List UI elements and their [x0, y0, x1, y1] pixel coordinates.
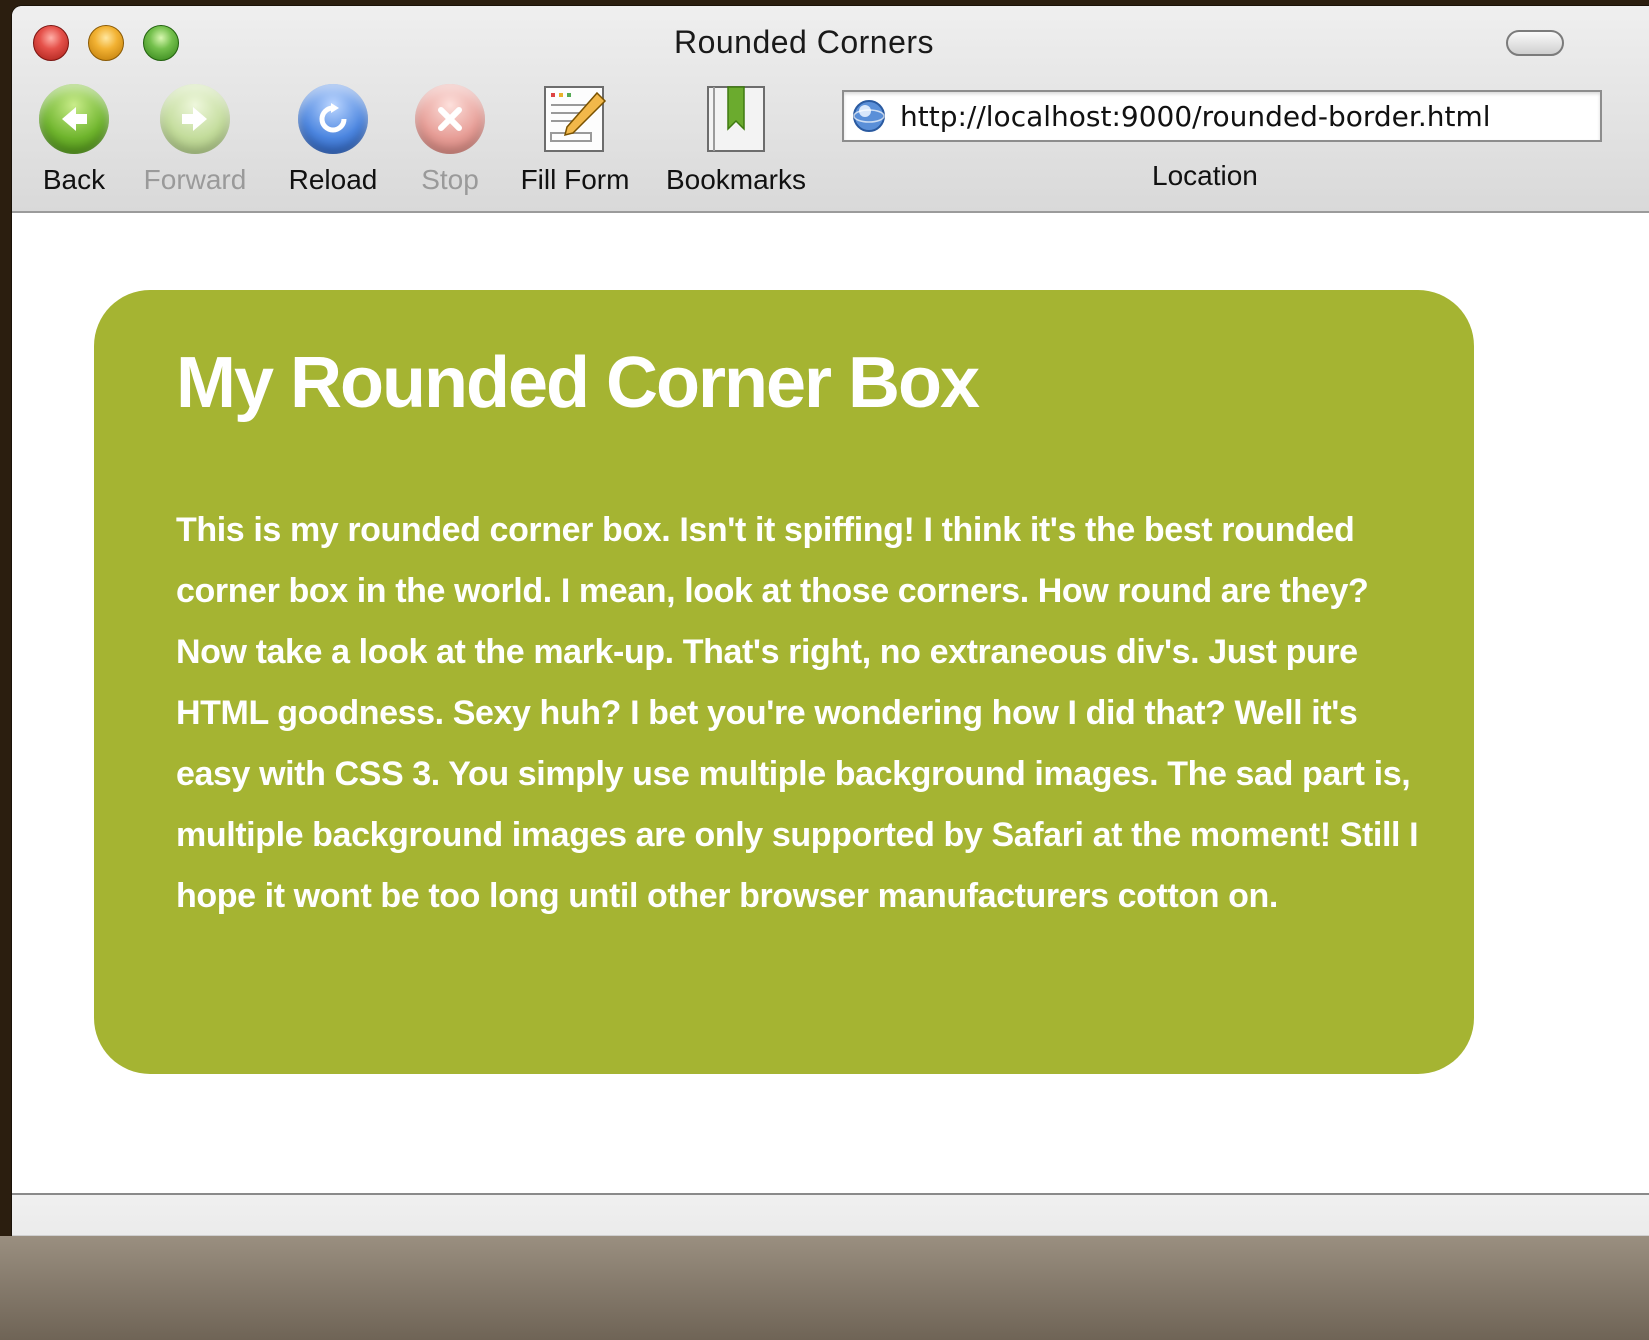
forward-label: Forward — [143, 164, 247, 195]
location-label: Location — [1152, 160, 1258, 191]
stop-button[interactable]: Stop — [413, 82, 487, 196]
url-input[interactable] — [900, 99, 1580, 133]
page-body-text: This is my rounded corner box. Isn't it … — [176, 511, 1419, 915]
fill-form-button[interactable]: Fill Form — [515, 82, 635, 196]
browser-window: Rounded Corners Back Forward Reload Stop… — [12, 6, 1649, 1301]
reload-button[interactable]: Reload — [278, 82, 388, 196]
page-heading: My Rounded Corner Box — [176, 343, 980, 423]
back-label: Back — [42, 164, 106, 195]
reload-label: Reload — [288, 164, 378, 195]
reload-icon — [296, 82, 370, 156]
bookmarks-button[interactable]: Bookmarks — [660, 82, 812, 196]
forward-button[interactable]: Forward — [140, 82, 250, 196]
fill-form-label: Fill Form — [520, 164, 630, 195]
back-button[interactable]: Back — [37, 82, 111, 196]
back-arrow-icon — [37, 82, 111, 156]
window-title: Rounded Corners — [673, 24, 935, 60]
page-content: My Rounded Corner Box This is my rounded… — [12, 213, 1649, 1193]
globe-icon — [852, 99, 886, 133]
rounded-corner-box: My Rounded Corner Box This is my rounded… — [94, 290, 1474, 1074]
stop-icon — [413, 82, 487, 156]
browser-toolbar: Rounded Corners Back Forward Reload Stop… — [12, 6, 1649, 213]
fill-form-icon — [538, 82, 612, 156]
bookmarks-icon — [699, 82, 773, 156]
address-bar[interactable] — [842, 90, 1602, 142]
stop-label: Stop — [421, 164, 479, 195]
forward-arrow-icon — [158, 82, 232, 156]
bookmarks-label: Bookmarks — [665, 164, 807, 195]
desktop-background-strip — [0, 1236, 1649, 1340]
toolbar-toggle-button[interactable] — [1506, 30, 1564, 56]
